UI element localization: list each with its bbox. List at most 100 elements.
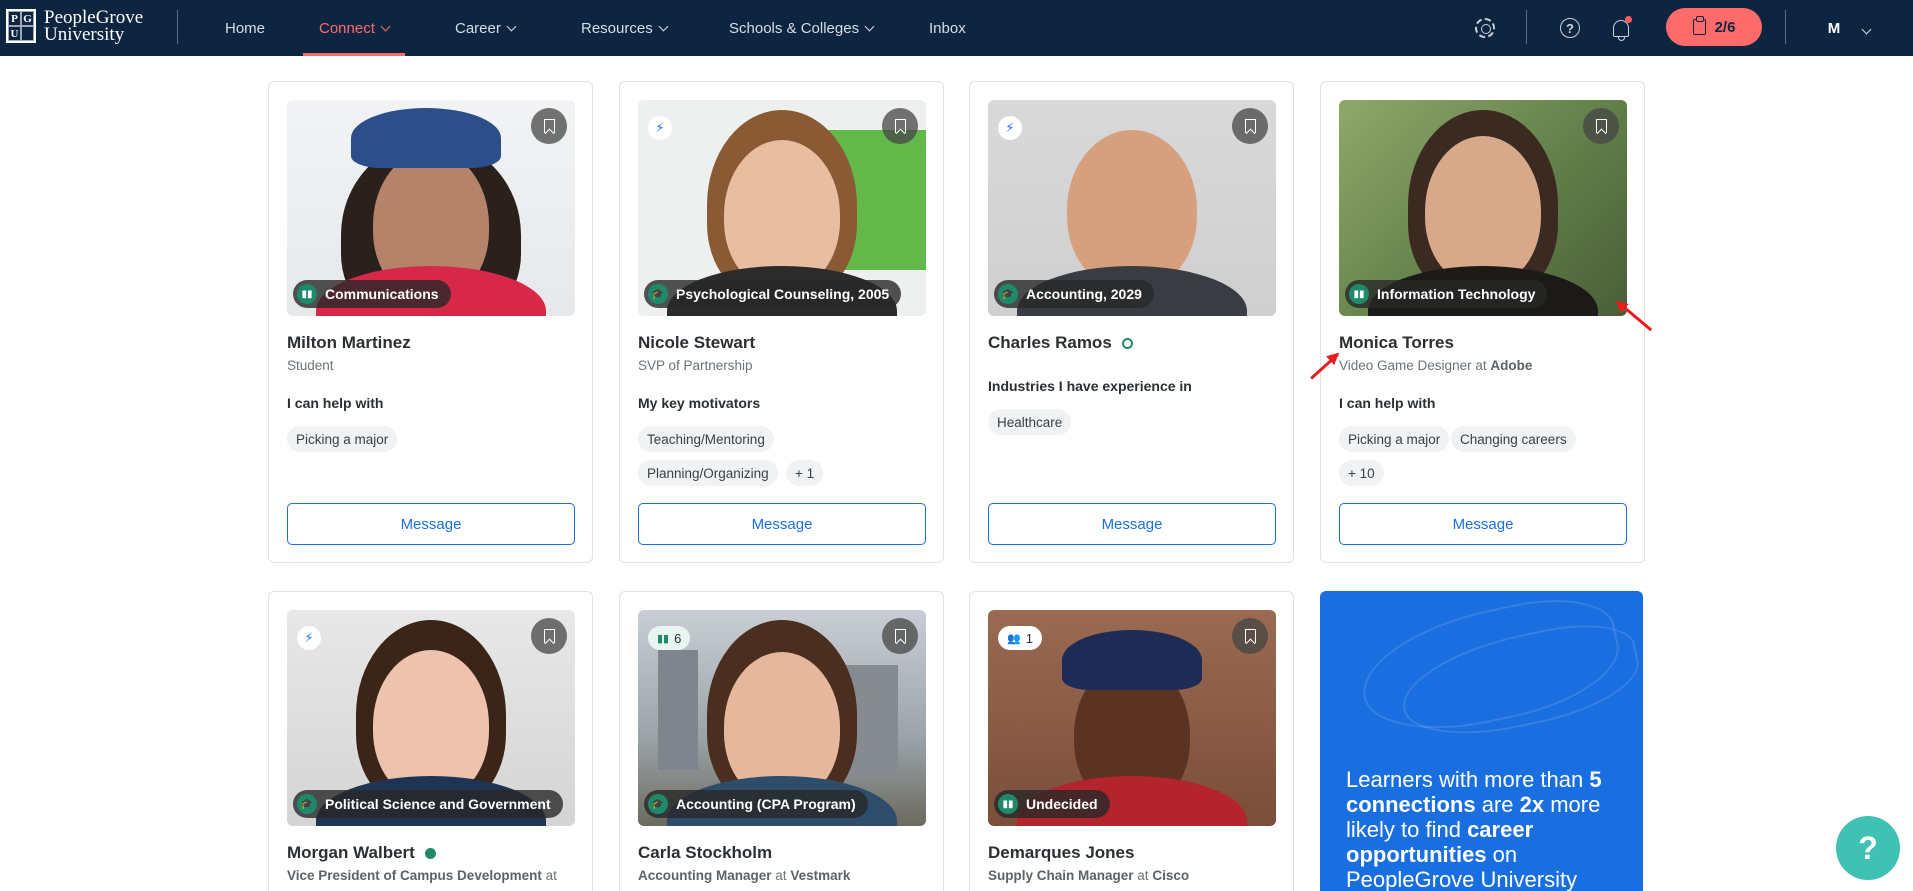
profile-name[interactable]: Monica Torres	[1339, 333, 1454, 353]
chevron-down-icon	[658, 21, 669, 31]
people-icon: 👥	[1007, 632, 1021, 645]
profile-name[interactable]: Charles Ramos	[988, 333, 1133, 353]
profile-tag: 🎓 Political Science and Government	[293, 790, 563, 818]
profile-tag: ▮▮ Communications	[293, 280, 451, 308]
profile-tag: 🎓 Psychological Counseling, 2005	[644, 280, 902, 308]
profile-photo[interactable]: ▮▮ 6 🎓 Accounting (CPA Program)	[638, 610, 926, 826]
chevron-down-icon	[380, 21, 391, 31]
help-chat-button[interactable]: ?	[1836, 816, 1900, 880]
nav-home[interactable]: Home	[225, 0, 265, 56]
bookmark-button[interactable]	[882, 108, 918, 144]
nav-inbox[interactable]: Inbox	[929, 0, 966, 56]
profile-tag: ▮▮ Information Technology	[1345, 280, 1548, 308]
profile-photo[interactable]: ⚡ 🎓 Psychological Counseling, 2005	[638, 100, 926, 316]
motivator-chip: Planning/Organizing	[638, 460, 778, 486]
chevron-down-icon	[506, 21, 517, 31]
profile-tag: 🎓 Accounting (CPA Program)	[644, 790, 868, 818]
bookmark-button[interactable]	[531, 108, 567, 144]
bookmark-icon	[1244, 629, 1256, 643]
mentor-card: ⚡ 🎓 Psychological Counseling, 2005 Nicole…	[619, 81, 944, 563]
graduation-cap-icon: 🎓	[998, 284, 1018, 304]
bookmark-button[interactable]	[1232, 618, 1268, 654]
profile-photo[interactable]: ▮▮ Information Technology	[1339, 100, 1627, 316]
profile-photo[interactable]: 👥 1 ▮▮ Undecided	[988, 610, 1276, 826]
mentor-card: ▮▮ Information Technology Monica Torres V…	[1320, 81, 1645, 563]
profile-name[interactable]: Milton Martinez	[287, 333, 411, 353]
profile-role: Supply Chain Manager at Cisco	[988, 868, 1190, 883]
message-button[interactable]: Message	[988, 503, 1276, 545]
profile-photo[interactable]: ⚡ 🎓 Political Science and Government	[287, 610, 575, 826]
graduation-cap-icon: 🎓	[648, 284, 668, 304]
book-icon: ▮▮	[998, 794, 1018, 814]
more-chip[interactable]: + 1	[786, 460, 824, 486]
chevron-down-icon	[864, 21, 875, 31]
section-label: My key motivators	[638, 395, 761, 411]
bookmark-icon	[1595, 119, 1607, 133]
mentor-card: 👥 1 ▮▮ Undecided Demarques Jones Supply Ch…	[969, 591, 1294, 891]
section-label: I can help with	[1339, 395, 1436, 411]
brand-logo[interactable]: P G U PeopleGrove University	[6, 8, 143, 44]
connections-badge: 👥 1	[998, 626, 1042, 650]
nav-career[interactable]: Career	[455, 0, 517, 56]
brand-name: PeopleGrove University	[44, 7, 144, 45]
industry-chip: Healthcare	[988, 409, 1072, 435]
nav-divider	[1785, 10, 1786, 44]
onboarding-progress-button[interactable]: 2/6	[1666, 8, 1762, 46]
help-topic-chip: Picking a major	[287, 426, 398, 452]
profile-photo[interactable]: ▮▮ Communications	[287, 100, 575, 316]
message-button[interactable]: Message	[638, 503, 926, 545]
profile-role: Student	[287, 358, 334, 373]
logo-mark-icon: P G U	[6, 9, 36, 43]
promo-banner: Learners with more than 5 connections ar…	[1320, 591, 1643, 891]
message-button[interactable]: Message	[1339, 503, 1627, 545]
promo-text: Learners with more than 5 connections ar…	[1346, 767, 1602, 891]
message-button[interactable]: Message	[287, 503, 575, 545]
nav-connect[interactable]: Connect	[303, 0, 405, 56]
help-button[interactable]: ?	[1556, 14, 1584, 42]
top-nav: P G U PeopleGrove University Home Connec…	[0, 0, 1913, 56]
profile-tag: 🎓 Accounting, 2029	[994, 280, 1154, 308]
bookmark-button[interactable]	[882, 618, 918, 654]
profile-role: Accounting Manager at Vestmark	[638, 868, 851, 883]
status-indicator	[424, 847, 436, 859]
profile-role: Video Game Designer at Adobe	[1339, 358, 1533, 373]
nav-divider	[177, 10, 178, 44]
profile-name[interactable]: Demarques Jones	[988, 843, 1134, 863]
settings-button[interactable]	[1471, 14, 1499, 42]
lightning-icon: ⚡	[297, 626, 321, 650]
notification-dot	[1625, 16, 1632, 23]
bookmark-button[interactable]	[1232, 108, 1268, 144]
profile-role: Vice President of Campus Development at	[287, 868, 557, 883]
account-menu-toggle[interactable]	[1856, 20, 1872, 38]
bookmark-icon	[543, 119, 555, 133]
book-icon: ▮▮	[297, 284, 317, 304]
more-chip[interactable]: + 10	[1339, 460, 1384, 486]
profile-name[interactable]: Carla Stockholm	[638, 843, 772, 863]
graduation-cap-icon: 🎓	[297, 794, 317, 814]
nav-schools-colleges[interactable]: Schools & Colleges	[729, 0, 875, 56]
book-icon: ▮▮	[657, 632, 670, 645]
gear-icon	[1475, 18, 1495, 38]
chevron-down-icon	[1861, 24, 1872, 35]
lightning-icon: ⚡	[998, 116, 1022, 140]
connections-badge: ▮▮ 6	[648, 626, 691, 650]
graduation-cap-icon: 🎓	[648, 794, 668, 814]
clipboard-icon	[1692, 16, 1706, 35]
mentor-card: ▮▮ Communications Milton Martinez Student…	[268, 81, 593, 563]
bookmark-icon	[543, 629, 555, 643]
profile-role: SVP of Partnership	[638, 358, 753, 373]
user-avatar[interactable]: M	[1818, 12, 1850, 44]
profile-name[interactable]: Nicole Stewart	[638, 333, 755, 353]
profile-name[interactable]: Morgan Walbert	[287, 843, 436, 863]
mentor-card: ⚡ 🎓 Accounting, 2029 Charles Ramos Indust…	[969, 81, 1294, 563]
notifications-button[interactable]	[1607, 14, 1635, 42]
bookmark-icon	[894, 629, 906, 643]
bookmark-button[interactable]	[1583, 108, 1619, 144]
profile-photo[interactable]: ⚡ 🎓 Accounting, 2029	[988, 100, 1276, 316]
nav-resources[interactable]: Resources	[581, 0, 669, 56]
mentor-card: ⚡ 🎓 Political Science and Government Morg…	[268, 591, 593, 891]
bookmark-button[interactable]	[531, 618, 567, 654]
mentor-card: ▮▮ 6 🎓 Accounting (CPA Program) Carla Stoc…	[619, 591, 944, 891]
motivator-chip: Teaching/Mentoring	[638, 426, 774, 452]
bookmark-icon	[894, 119, 906, 133]
